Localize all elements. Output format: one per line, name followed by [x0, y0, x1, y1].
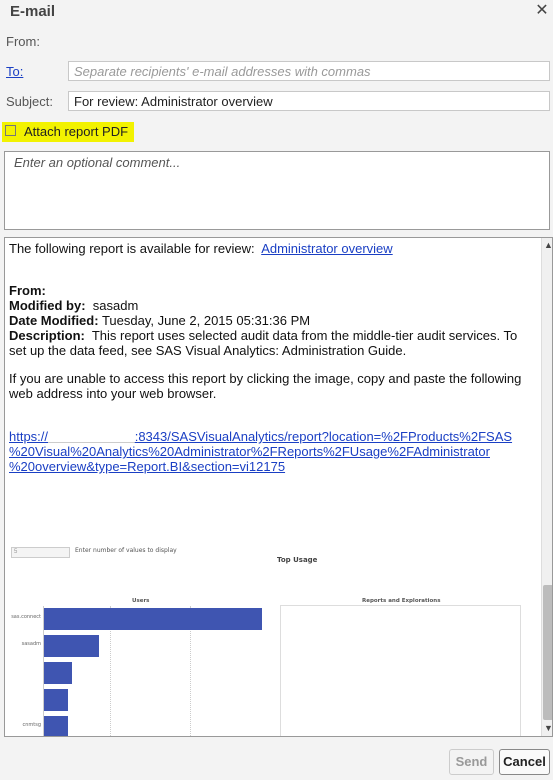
preview-date-line: Date Modified: Tuesday, June 2, 2015 05:… [9, 313, 310, 328]
dialog-title: E-mail [10, 3, 56, 20]
attach-pdf-option[interactable]: Attach report PDF [2, 122, 134, 142]
preview-modified-by-line: Modified by: sasadm [9, 298, 138, 313]
scroll-down-icon[interactable]: ▼ [542, 721, 552, 735]
preview-modified-by-label: Modified by: [9, 298, 86, 313]
message-preview: The following report is available for re… [4, 237, 553, 737]
preview-url-line-1[interactable]: https:// :8343/SASVisualAnalytics/report… [9, 429, 512, 444]
url-part-d[interactable]: %20overview&type=Report.BI&section=vi121… [9, 459, 285, 474]
to-label[interactable]: To: [6, 64, 23, 79]
preview-scrollbar[interactable]: ▲ ▼ [541, 238, 552, 736]
comment-textarea[interactable]: Enter an optional comment... [4, 151, 550, 230]
preview-modified-by: sasadm [92, 298, 139, 313]
preview-intro-line: The following report is available for re… [9, 241, 393, 256]
preview-description-line: Description: This report uses selected a… [9, 328, 517, 343]
thumb-reports-chart [280, 605, 521, 736]
preview-access-2: web address into your web browser. [9, 386, 217, 401]
send-button[interactable]: Send [449, 749, 494, 775]
url-redacted [48, 429, 135, 444]
report-thumbnail[interactable]: 5 Enter number of values to display Top … [5, 538, 539, 736]
preview-from-line: From: [9, 283, 46, 298]
thumb-input-hint: Enter number of values to display [75, 547, 177, 554]
preview-date-label: Date Modified: [9, 313, 99, 328]
attach-pdf-label[interactable]: Attach report PDF [24, 124, 128, 139]
preview-url-line-2[interactable]: %20Visual%20Analytics%20Administrator%2F… [9, 444, 490, 459]
thumb-title: Top Usage [277, 556, 318, 564]
preview-description-1: This report uses selected audit data fro… [91, 328, 518, 343]
thumb-users-chart: sas.connect sasadm cnmtsg [11, 606, 267, 736]
thumb-bar [44, 635, 99, 657]
to-field[interactable]: Separate recipients' e-mail addresses wi… [68, 61, 550, 81]
thumb-users-title: Users [132, 598, 150, 604]
thumb-bar-label: sas.connect [11, 614, 41, 620]
preview-from-label: From: [9, 283, 46, 298]
subject-label: Subject: [6, 94, 53, 109]
to-link[interactable]: To: [6, 64, 23, 79]
report-link[interactable]: Administrator overview [261, 241, 393, 256]
from-value [72, 33, 160, 48]
thumb-value-input: 5 [11, 547, 70, 558]
from-label: From: [6, 34, 40, 49]
preview-url-line-3[interactable]: %20overview&type=Report.BI&section=vi121… [9, 459, 285, 474]
preview-date: Tuesday, June 2, 2015 05:31:36 PM [101, 313, 311, 328]
preview-description-label: Description: [9, 328, 85, 343]
preview-description-2: set up the data feed, see SAS Visual Ana… [9, 343, 407, 358]
thumb-bar-label: sasadm [21, 641, 41, 647]
url-part-b[interactable]: :8343/SASVisualAnalytics/report?location… [135, 429, 512, 444]
thumb-bar [44, 716, 68, 736]
dialog-titlebar: E-mail ✕ [0, 0, 553, 24]
thumb-bar [44, 662, 72, 684]
attach-pdf-checkbox[interactable] [5, 125, 16, 136]
scroll-thumb[interactable] [543, 585, 552, 720]
url-part-a[interactable]: https:// [9, 429, 48, 444]
close-icon[interactable]: ✕ [534, 2, 550, 20]
thumb-bar [44, 608, 262, 630]
subject-field[interactable]: For review: Administrator overview [68, 91, 550, 111]
preview-access-1: If you are unable to access this report … [9, 371, 522, 386]
preview-intro: The following report is available for re… [9, 241, 255, 256]
thumb-bar-label: cnmtsg [22, 722, 41, 728]
url-part-c[interactable]: %20Visual%20Analytics%20Administrator%2F… [9, 444, 490, 459]
cancel-button[interactable]: Cancel [499, 749, 550, 775]
thumb-reports-title: Reports and Explorations [362, 598, 441, 604]
thumb-bar [44, 689, 68, 711]
scroll-up-icon[interactable]: ▲ [542, 238, 552, 252]
